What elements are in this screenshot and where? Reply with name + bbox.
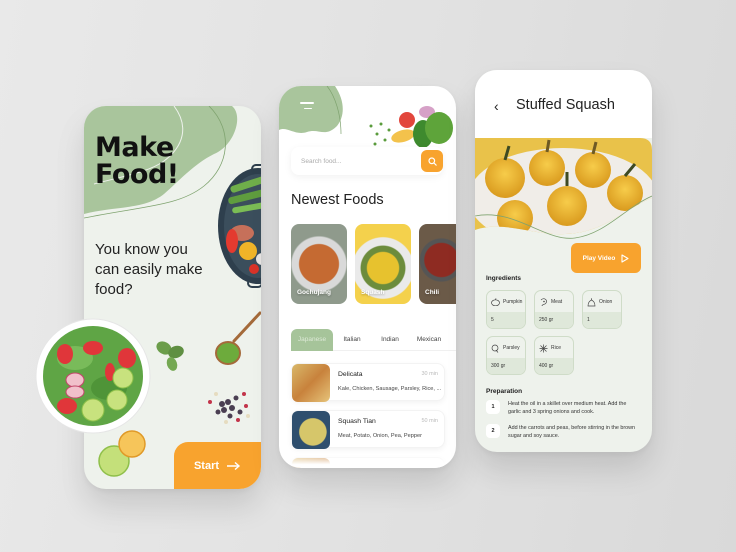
rice-icon [539, 344, 548, 352]
ingredients-grid: Pumpkin 5 Meat 250 gr Onion 1 Parsley 30… [486, 290, 622, 375]
chevron-left-icon[interactable]: ‹ [494, 98, 499, 114]
recipe-name: Squash Tian [338, 418, 376, 425]
hamburger-menu-icon[interactable] [300, 102, 314, 113]
ingredient-name: Meat [551, 299, 563, 305]
arrow-right-icon [227, 461, 241, 470]
preparation-step: 2 Add the carrots and peas, before stirr… [486, 424, 638, 440]
meat-icon [540, 297, 547, 306]
ingredient-card[interactable]: Parsley 300 gr [486, 336, 526, 375]
spoon-with-peas-image [215, 311, 261, 365]
cuisine-tabs: Japanese Italian Indian Mexican [291, 328, 456, 351]
recipe-thumbnail [292, 364, 330, 402]
ingredient-name: Onion [599, 299, 613, 305]
food-card-label: Chili [425, 289, 440, 296]
start-button[interactable]: Start [174, 442, 261, 489]
recipe-ingredients: Meat, Potato, Onion, Pea, Pepper [338, 433, 422, 439]
title-line-2: Food! [95, 159, 179, 190]
vegetable-pan-image [218, 164, 261, 288]
onion-icon [587, 297, 596, 306]
newest-foods-carousel: Gochujang Squash Chili [291, 224, 456, 304]
ingredient-card[interactable]: Rice 400 gr [534, 336, 574, 375]
tab-indian[interactable]: Indian [371, 329, 409, 351]
tab-italian[interactable]: Italian [333, 329, 371, 351]
ingredient-card[interactable]: Onion 1 [582, 290, 622, 329]
recipe-time: 30 min [421, 371, 438, 377]
preparation-heading: Preparation [486, 388, 523, 395]
list-fade-overlay [279, 450, 456, 468]
search-icon [427, 156, 437, 166]
recipe-ingredients: Kale, Chicken, Sausage, Parsley, Rice, .… [338, 386, 442, 392]
play-icon [621, 253, 629, 263]
play-video-label: Play Video [582, 254, 616, 262]
stuffed-squash-hero-image [475, 138, 652, 239]
play-video-button[interactable]: Play Video [571, 243, 641, 273]
ingredient-name: Pumpkin [503, 299, 523, 305]
recipe-time: 50 min [421, 418, 438, 424]
ingredient-qty: 300 gr [487, 358, 525, 374]
preparation-steps: 1 Heat the oil in a skillet over medium … [486, 400, 638, 448]
ingredient-qty: 400 gr [535, 358, 573, 374]
recipe-list-item[interactable]: Squash Tian 50 min Meat, Potato, Onion, … [291, 410, 445, 449]
start-label: Start [193, 459, 220, 472]
ingredient-card[interactable]: Meat 250 gr [534, 290, 574, 329]
ingredients-heading: Ingredients [486, 275, 522, 282]
search-bar [291, 147, 443, 175]
parsley-icon [491, 344, 499, 353]
food-card[interactable]: Chili [419, 224, 456, 304]
recipe-thumbnail [292, 411, 330, 449]
step-text: Add the carrots and peas, before stirrin… [508, 425, 636, 439]
step-number: 1 [486, 400, 500, 414]
section-title-newest-foods: Newest Foods [291, 192, 384, 208]
tab-mexican[interactable]: Mexican [409, 329, 449, 351]
peppercorns-image [208, 392, 250, 424]
search-input[interactable] [301, 157, 411, 165]
recipe-list-item[interactable]: Delicata 30 min Kale, Chicken, Sausage, … [291, 363, 445, 402]
onboarding-title: Make Food! [95, 134, 179, 188]
ingredient-name: Rice [551, 345, 562, 351]
ingredient-name: Parsley [503, 345, 520, 351]
lemon-slice-image [118, 430, 146, 458]
onboarding-subtitle: You know you can easily make food? [95, 241, 203, 298]
salad-bowl-image [35, 318, 151, 434]
step-text: Heat the oil in a skillet over medium he… [508, 401, 627, 415]
ingredient-qty: 5 [487, 312, 525, 328]
food-card-label: Gochujang [297, 289, 331, 296]
food-card[interactable]: Gochujang [291, 224, 347, 304]
step-number: 2 [486, 424, 500, 438]
food-card[interactable]: Squash [355, 224, 411, 304]
food-card-label: Squash [361, 289, 385, 296]
recipe-name: Delicata [338, 371, 363, 378]
title-line-1: Make [95, 132, 174, 163]
tab-japanese[interactable]: Japanese [291, 328, 333, 351]
preparation-step: 1 Heat the oil in a skillet over medium … [486, 400, 638, 416]
search-button[interactable] [421, 150, 443, 172]
ingredient-qty: 250 gr [535, 312, 573, 328]
sage-corner-decoration [279, 86, 343, 135]
home-screen: Newest Foods Gochujang Squash Chili Japa… [279, 86, 456, 468]
recipe-title: Stuffed Squash [516, 97, 615, 113]
ingredient-card[interactable]: Pumpkin 5 [486, 290, 526, 329]
ingredient-qty: 1 [583, 312, 621, 328]
recipe-detail-screen: ‹ Stuffed Squash Play Video Ingredients … [475, 70, 652, 452]
basil-leaves-image [156, 341, 184, 371]
pumpkin-icon [491, 298, 500, 306]
